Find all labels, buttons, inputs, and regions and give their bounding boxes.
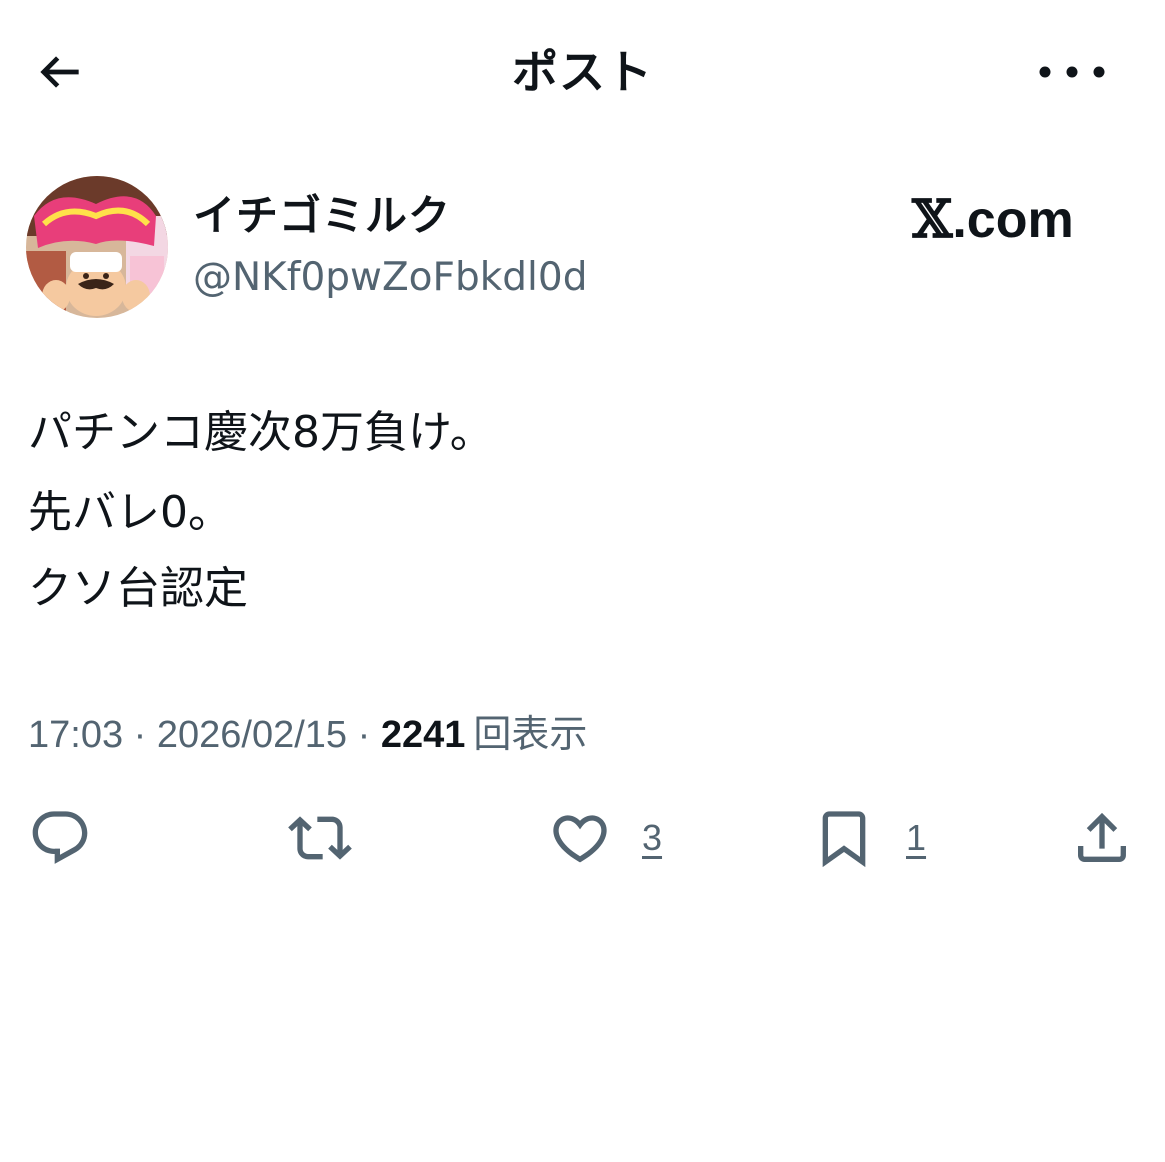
post-time[interactable]: 17:03 xyxy=(28,714,123,756)
bookmark-button[interactable]: 1 xyxy=(812,806,926,870)
bookmark-icon xyxy=(822,811,866,868)
page-title: ポスト xyxy=(512,45,653,99)
more-options-button[interactable] xyxy=(1022,40,1122,104)
share-button[interactable] xyxy=(1070,806,1134,870)
watermark-domain: .com xyxy=(952,191,1074,249)
avatar-image xyxy=(26,176,168,318)
reply-icon xyxy=(32,811,88,864)
views-label: 回表示 xyxy=(473,712,588,756)
bookmark-count[interactable]: 1 xyxy=(906,817,926,859)
reply-button[interactable] xyxy=(28,806,92,870)
avatar[interactable] xyxy=(26,176,168,318)
watermark-x: 𝕏 xyxy=(912,189,953,250)
more-horizontal-icon xyxy=(1039,66,1105,78)
meta-separator: · xyxy=(123,714,157,756)
post-text-line: 先バレ0。 xyxy=(28,487,232,538)
post-date[interactable]: 2026/02/15 xyxy=(157,714,347,756)
heart-icon xyxy=(553,815,607,863)
like-button[interactable]: 3 xyxy=(548,806,662,870)
display-name[interactable]: イチゴミルク xyxy=(193,188,451,244)
repost-button[interactable] xyxy=(286,806,354,870)
post-text-line: クソ台認定 xyxy=(28,563,248,614)
post-text-line: パチンコ慶次8万負け。 xyxy=(28,407,494,458)
meta-separator: · xyxy=(347,714,381,756)
repost-icon xyxy=(288,816,352,860)
views-count[interactable]: 2241 xyxy=(381,714,466,756)
share-icon xyxy=(1078,812,1126,862)
x-com-watermark: 𝕏.com xyxy=(912,188,1074,252)
like-count[interactable]: 3 xyxy=(642,817,662,859)
post-meta: 17:03 · 2026/02/15 · 2241 回表示 xyxy=(28,708,587,761)
user-handle[interactable]: @NKf0pwZoFbkdl0d xyxy=(193,252,587,304)
